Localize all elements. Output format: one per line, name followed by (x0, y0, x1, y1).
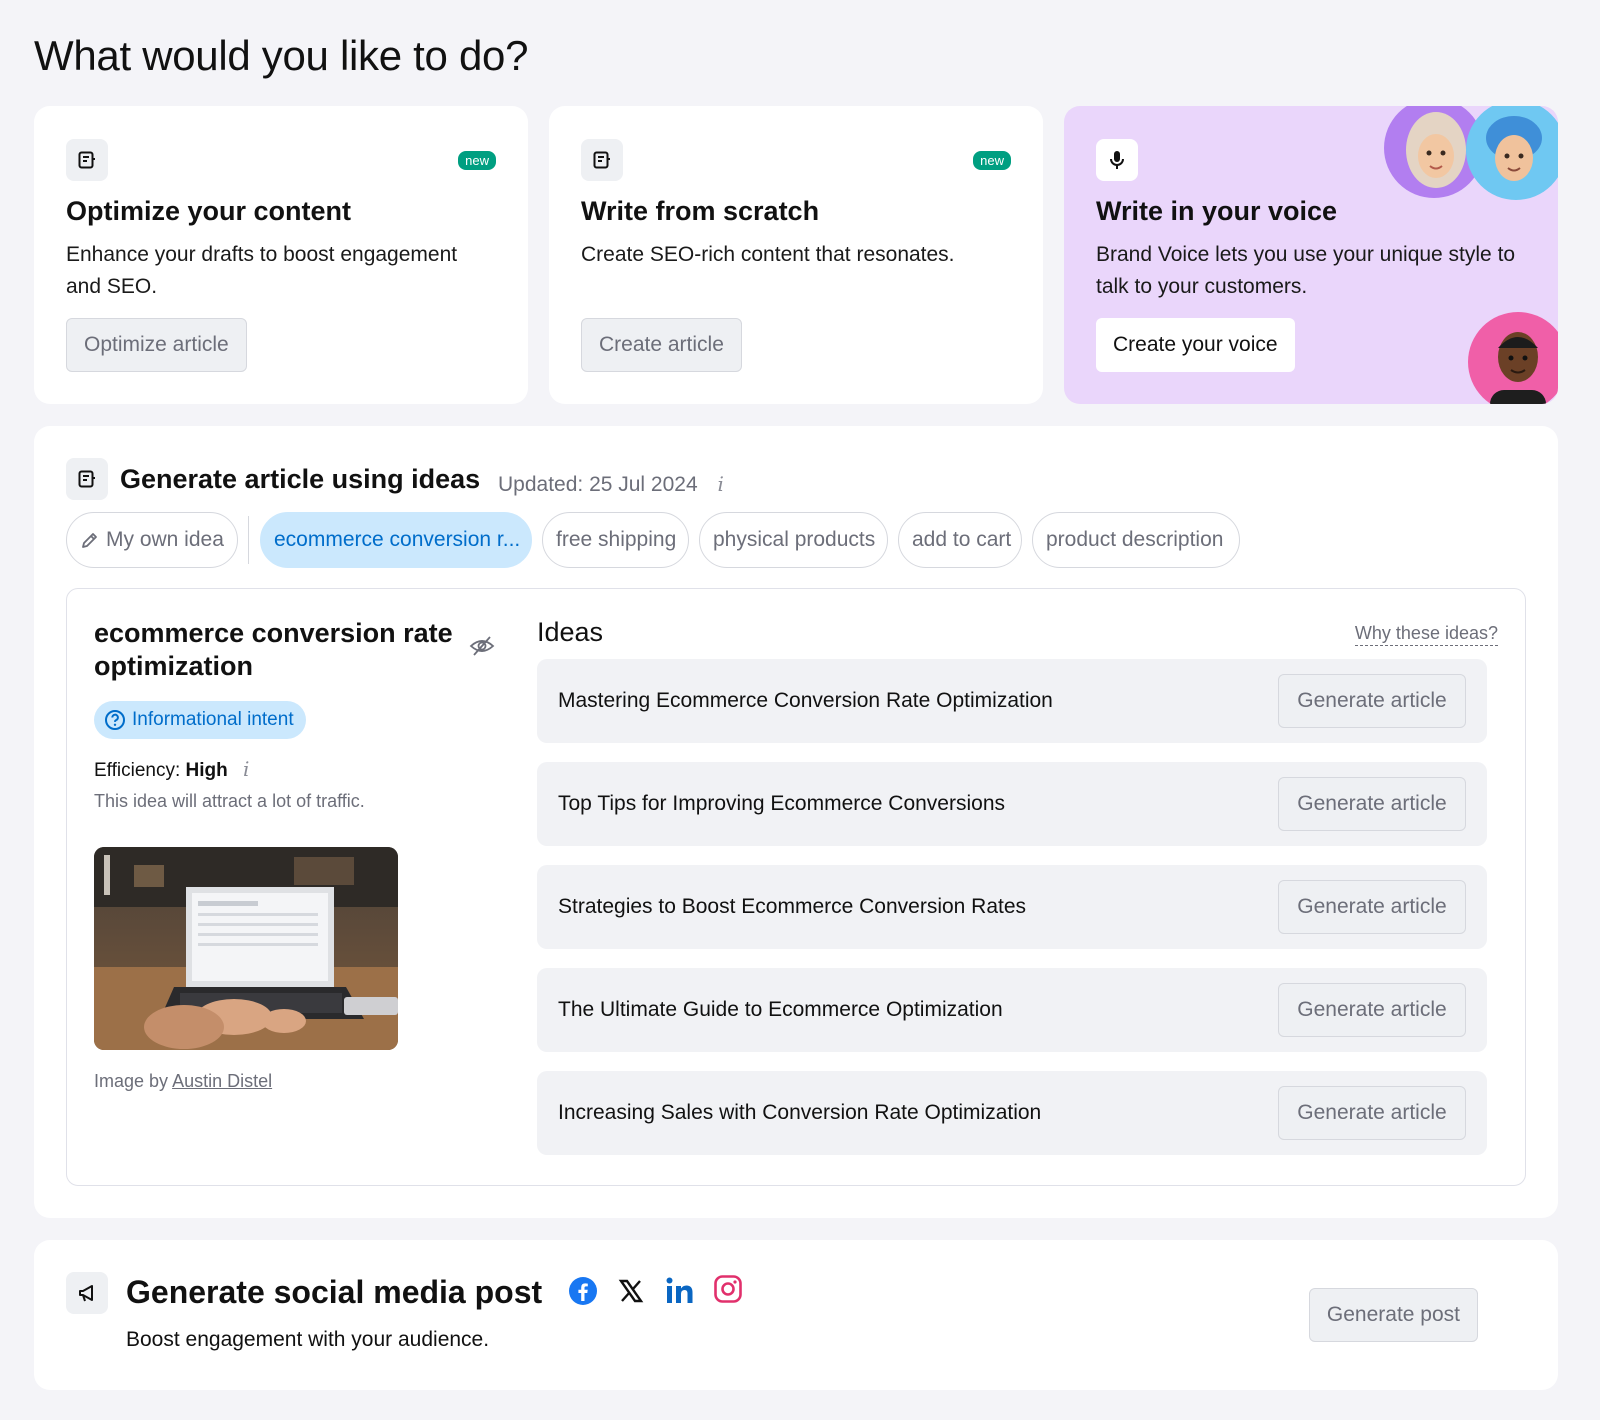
generate-article-ideas-panel: Generate article using ideas Updated: 25… (34, 426, 1558, 1218)
social-media-panel: Generate social media post Boost engagem… (34, 1240, 1558, 1390)
why-these-ideas-link[interactable]: Why these ideas? (1354, 623, 1498, 646)
write-in-your-voice-card: Write in your voice Brand Voice lets you… (1064, 106, 1558, 404)
avatar-man-dark (1468, 312, 1558, 404)
ideas-heading: Ideas (537, 617, 604, 647)
chip-label: free shipping (556, 528, 677, 551)
chip-product-description[interactable]: product description (1032, 512, 1240, 568)
chip-label: product description (1046, 528, 1224, 551)
document-icon (66, 458, 108, 500)
card-title: Optimize your content (66, 196, 352, 226)
updated-text: Updated: 25 Jul 2024 (498, 473, 698, 496)
microphone-icon (1096, 139, 1138, 181)
create-article-button[interactable]: Create article (581, 318, 742, 372)
document-icon (66, 139, 108, 181)
generate-article-button[interactable]: Generate article (1278, 777, 1466, 831)
idea-detail-box: ecommerce conversion rate optimization I… (66, 588, 1526, 1186)
idea-row: Increasing Sales with Conversion Rate Op… (537, 1071, 1487, 1155)
section-title: Generate article using ideas (120, 464, 481, 494)
card-description: Enhance your drafts to boost engagement … (66, 243, 458, 298)
generate-article-button[interactable]: Generate article (1278, 880, 1466, 934)
idea-row: The Ultimate Guide to Ecommerce Optimiza… (537, 968, 1487, 1052)
optimize-content-card: new Optimize your content Enhance your d… (34, 106, 528, 404)
info-icon[interactable]: i (243, 757, 249, 781)
new-badge: new (458, 151, 496, 170)
question-circle-icon (104, 709, 126, 731)
chip-my-own-idea[interactable]: My own idea (66, 512, 238, 568)
chip-ecommerce-conversion[interactable]: ecommerce conversion r... (260, 512, 532, 568)
idea-title: Strategies to Boost Ecommerce Conversion… (558, 895, 1027, 918)
megaphone-icon (66, 1272, 108, 1314)
idea-title: Increasing Sales with Conversion Rate Op… (558, 1101, 1042, 1124)
linkedin-icon (664, 1274, 694, 1304)
create-your-voice-button[interactable]: Create your voice (1096, 318, 1295, 372)
image-credit: Image by Austin Distel (94, 1071, 272, 1092)
social-title: Generate social media post (126, 1274, 543, 1310)
card-description: Create SEO-rich content that resonates. (581, 243, 955, 266)
avatar-blue-hair (1466, 106, 1558, 200)
chip-physical-products[interactable]: physical products (699, 512, 888, 568)
chip-label: ecommerce conversion r... (274, 528, 521, 551)
efficiency-label: Efficiency: (94, 760, 181, 781)
generate-article-button[interactable]: Generate article (1278, 674, 1466, 728)
generate-article-button[interactable]: Generate article (1278, 983, 1466, 1037)
chip-label: My own idea (106, 528, 224, 551)
credit-prefix: Image by (94, 1071, 169, 1091)
card-title: Write in your voice (1096, 196, 1338, 226)
chip-label: physical products (713, 528, 876, 551)
social-description: Boost engagement with your audience. (126, 1328, 490, 1351)
intent-label: Informational intent (132, 709, 294, 730)
instagram-icon (713, 1274, 743, 1304)
page-title: What would you like to do? (34, 32, 529, 79)
document-icon (581, 139, 623, 181)
updated-date: Updated: 25 Jul 2024 i (498, 472, 724, 497)
new-badge: new (973, 151, 1011, 170)
card-description: Brand Voice lets you use your unique sty… (1096, 243, 1516, 298)
laptop-photo (94, 847, 398, 1050)
credit-author-link[interactable]: Austin Distel (172, 1071, 272, 1091)
chip-free-shipping[interactable]: free shipping (542, 512, 689, 568)
efficiency-value: High (185, 760, 228, 781)
idea-row: Mastering Ecommerce Conversion Rate Opti… (537, 659, 1487, 743)
idea-row: Top Tips for Improving Ecommerce Convers… (537, 762, 1487, 846)
idea-title: The Ultimate Guide to Ecommerce Optimiza… (558, 998, 1003, 1021)
efficiency-line: Efficiency: High i (94, 757, 249, 782)
efficiency-note: This idea will attract a lot of traffic. (94, 791, 365, 811)
chip-label: add to cart (912, 528, 1012, 551)
idea-row: Strategies to Boost Ecommerce Conversion… (537, 865, 1487, 949)
pencil-icon (80, 530, 100, 550)
keyword-title: ecommerce conversion rate optimization (94, 618, 453, 681)
intent-badge: Informational intent (94, 701, 306, 739)
generate-post-button[interactable]: Generate post (1308, 1288, 1478, 1342)
eye-off-icon[interactable] (469, 635, 495, 662)
generate-article-button[interactable]: Generate article (1278, 1086, 1466, 1140)
chip-divider (248, 516, 249, 564)
idea-title: Mastering Ecommerce Conversion Rate Opti… (558, 689, 1053, 712)
idea-title: Top Tips for Improving Ecommerce Convers… (558, 792, 1005, 815)
card-title: Write from scratch (581, 196, 820, 226)
chip-add-to-cart[interactable]: add to cart (898, 512, 1022, 568)
info-icon[interactable]: i (718, 472, 724, 496)
write-from-scratch-card: new Write from scratch Create SEO-rich c… (549, 106, 1043, 404)
x-icon (616, 1276, 646, 1306)
optimize-article-button[interactable]: Optimize article (66, 318, 247, 372)
facebook-icon (568, 1276, 598, 1306)
